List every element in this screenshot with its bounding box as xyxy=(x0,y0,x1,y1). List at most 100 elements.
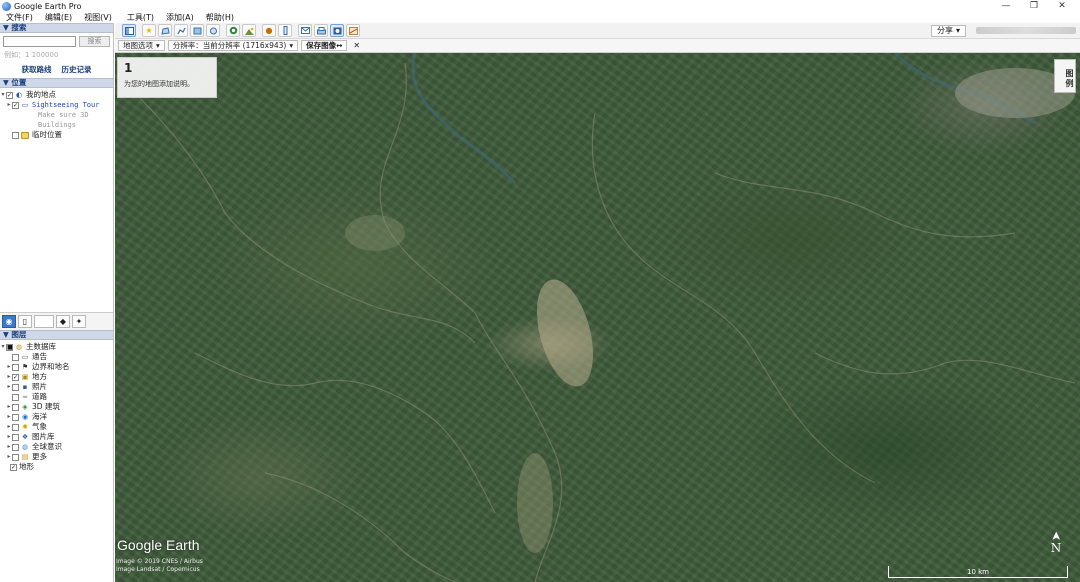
folder-icon xyxy=(21,131,29,139)
tree-item-layer[interactable]: ▸ ◈ 3D 建筑 xyxy=(0,402,113,412)
map-view[interactable]: 1 为您的地图添加说明。 图例 Google Earth Image © 201… xyxy=(115,53,1080,582)
history-link[interactable]: 历史记录 xyxy=(62,64,92,75)
google-earth-window: Google Earth Pro — ❐ ✕ 文件(F) 编辑(E) 视图(V)… xyxy=(0,0,1080,582)
tree-item-layer[interactable]: ▸ ✓ ▣ 地方 xyxy=(0,372,113,382)
sidebar: ▼ 搜索 搜索 例如：1 100000 获取路线 历史记录 ▼ 位置 ▾ ✓ ◐… xyxy=(0,23,114,582)
account-name-redacted[interactable] xyxy=(976,27,1076,34)
sunlight-icon[interactable] xyxy=(242,24,256,37)
layers-tree: ▾ ■ ◍ 主数据库 ▭ 通告 ▸ ⚑ 边界和地名 ▸ ✓ ▣ 地方 ▸ ▪ 照片 ═ 道路 ▸ ◈ 3D 建筑… xyxy=(0,340,113,472)
search-hint: 例如：1 100000 xyxy=(4,51,59,59)
email-icon[interactable] xyxy=(298,24,312,37)
checkbox[interactable]: ■ xyxy=(6,343,13,351)
layer-icon: ◍ xyxy=(21,442,29,451)
checkbox[interactable] xyxy=(12,433,19,441)
checkbox[interactable]: ✓ xyxy=(10,463,17,471)
historical-imagery-icon[interactable] xyxy=(226,24,240,37)
resolution-label: 分辨率：当前分辨率 (1716x943) xyxy=(172,41,287,50)
legend-button[interactable]: 图例 xyxy=(1054,59,1076,93)
tree-item-layer[interactable]: ▸ ▤ 更多 xyxy=(0,452,113,462)
tree-item-terrain[interactable]: ✓ 地形 xyxy=(0,462,113,472)
layers-panel-header[interactable]: ▼ 图层 xyxy=(0,330,113,340)
tree-note-1: Make sure 3D xyxy=(0,110,113,120)
tree-item-layer[interactable]: ▸ ❖ 图片库 xyxy=(0,432,113,442)
primary-db-label: 主数据库 xyxy=(26,342,56,351)
close-button[interactable]: ✕ xyxy=(1048,0,1076,12)
checkbox[interactable] xyxy=(12,363,19,371)
close-image-bar-icon[interactable]: ✕ xyxy=(353,41,360,50)
maximize-button[interactable]: ❐ xyxy=(1020,0,1048,12)
resolution-dropdown[interactable]: 分辨率：当前分辨率 (1716x943) ▾ xyxy=(167,40,299,51)
tree-item-layer[interactable]: ▸ ✹ 气象 xyxy=(0,422,113,432)
tree-item-sightseeing[interactable]: ▸ ✓ ▭ Sightseeing Tour xyxy=(0,100,113,110)
save-image-button[interactable]: 保存图像↔ xyxy=(301,40,348,51)
layer-icon: ⚑ xyxy=(21,362,29,371)
minimize-button[interactable]: — xyxy=(992,0,1020,12)
search-button[interactable]: 搜索 xyxy=(79,36,110,47)
sidebar-toggle-icon[interactable] xyxy=(122,24,136,37)
image-overlay-icon[interactable] xyxy=(190,24,204,37)
tree-item-temp-places[interactable]: 临时位置 xyxy=(0,130,113,140)
get-directions-link[interactable]: 获取路线 xyxy=(22,64,52,75)
checkbox[interactable] xyxy=(12,383,19,391)
path-icon[interactable] xyxy=(174,24,188,37)
menu-file[interactable]: 文件(F) xyxy=(0,12,39,23)
tree-item-layer[interactable]: ═ 道路 xyxy=(0,392,113,402)
sidebar-view-icon[interactable]: ▯ xyxy=(18,315,32,328)
chevron-down-icon: ▾ xyxy=(156,41,160,50)
menu-tools[interactable]: 工具(T) xyxy=(121,12,160,23)
print-icon[interactable] xyxy=(314,24,328,37)
checkbox[interactable]: ✓ xyxy=(12,101,19,109)
checkbox[interactable] xyxy=(12,403,19,411)
layer-label: 气象 xyxy=(32,422,47,431)
tour-icon[interactable] xyxy=(206,24,220,37)
checkbox[interactable] xyxy=(12,393,19,401)
menu-add[interactable]: 添加(A) xyxy=(160,12,200,23)
polygon-icon[interactable] xyxy=(158,24,172,37)
checkbox[interactable] xyxy=(12,131,19,139)
menu-view[interactable]: 视图(V) xyxy=(78,12,118,23)
checkbox[interactable] xyxy=(12,423,19,431)
checkbox[interactable] xyxy=(12,353,19,361)
move-down-icon[interactable]: ✦ xyxy=(72,315,86,328)
share-button[interactable]: 分享 ▾ xyxy=(930,25,966,37)
globe-view-icon[interactable]: ◉ xyxy=(2,315,16,328)
layer-icon: ◉ xyxy=(21,412,29,421)
toolbar: ★ ● 分享 ▾ xyxy=(115,23,1080,39)
checkbox[interactable] xyxy=(12,413,19,421)
tree-item-layer[interactable]: ▸ ◉ 海洋 xyxy=(0,412,113,422)
view-in-maps-icon[interactable] xyxy=(346,24,360,37)
layer-label: 道路 xyxy=(32,392,47,401)
temp-places-label: 临时位置 xyxy=(32,130,62,139)
search-panel-header[interactable]: ▼ 搜索 xyxy=(0,23,113,33)
save-image-icon[interactable] xyxy=(330,24,344,37)
checkbox[interactable] xyxy=(12,443,19,451)
tree-item-primary-database[interactable]: ▾ ■ ◍ 主数据库 xyxy=(0,342,113,352)
places-panel-header[interactable]: ▼ 位置 xyxy=(0,78,113,88)
checkbox[interactable] xyxy=(12,453,19,461)
planets-icon[interactable]: ● xyxy=(262,24,276,37)
title-bar: Google Earth Pro — ❐ ✕ xyxy=(0,0,1080,12)
tree-item-layer[interactable]: ▸ ⚑ 边界和地名 xyxy=(0,362,113,372)
view-blank-field[interactable] xyxy=(34,315,54,328)
placemark-icon[interactable]: ★ xyxy=(142,24,156,37)
checkbox[interactable]: ✓ xyxy=(6,91,13,99)
tree-item-layer[interactable]: ▭ 通告 xyxy=(0,352,113,362)
map-options-dropdown[interactable]: 地图选项 ▾ xyxy=(118,40,165,51)
menu-help[interactable]: 帮助(H) xyxy=(200,12,240,23)
tree-item-layer[interactable]: ▸ ▪ 照片 xyxy=(0,382,113,392)
layer-label: 图片库 xyxy=(32,432,55,441)
layer-label: 3D 建筑 xyxy=(32,402,60,411)
move-up-icon[interactable]: ◆ xyxy=(56,315,70,328)
share-label: 分享 xyxy=(936,26,953,35)
map-legend-card[interactable]: 1 为您的地图添加说明。 xyxy=(117,57,217,98)
ruler-icon[interactable] xyxy=(278,24,292,37)
layer-icon: ▪ xyxy=(22,382,28,391)
my-places-icon: ◐ xyxy=(15,90,23,99)
tree-item-layer[interactable]: ▸ ◍ 全球意识 xyxy=(0,442,113,452)
tree-item-my-places[interactable]: ▾ ✓ ◐ 我的地点 xyxy=(0,90,113,100)
north-compass[interactable]: ➤ N xyxy=(1049,530,1063,554)
checkbox[interactable]: ✓ xyxy=(12,373,19,381)
search-input[interactable] xyxy=(3,36,76,47)
menu-edit[interactable]: 编辑(E) xyxy=(39,12,78,23)
layer-icon: ▣ xyxy=(21,372,29,381)
